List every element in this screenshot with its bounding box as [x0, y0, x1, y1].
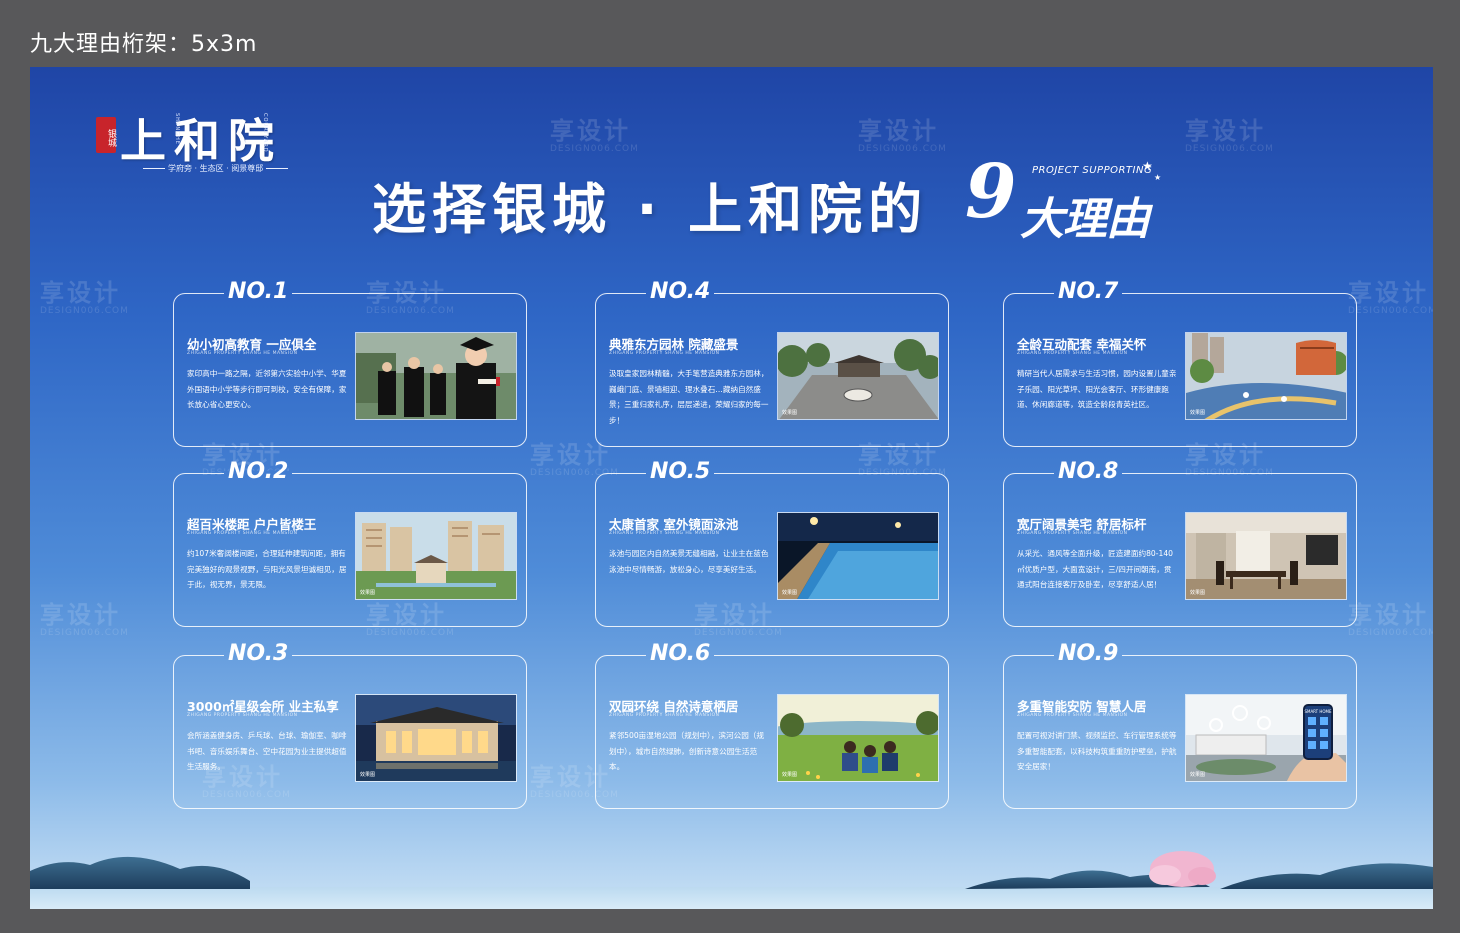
reason-english: ZHIGANG PROPERTY SHANG HE MANSION	[187, 531, 298, 536]
reason-card: NO.5 太康首家 室外镜面泳池 ZHIGANG PROPERTY SHANG …	[595, 459, 949, 627]
photo-caption: 效果图	[1190, 410, 1206, 416]
photo-caption: 效果图	[782, 772, 798, 778]
reason-number: NO.7	[1058, 279, 1119, 304]
watermark: 享设计DESIGN006.COM	[1185, 117, 1274, 154]
reason-english: ZHIGANG PROPERTY SHANG HE MANSION	[609, 351, 720, 356]
reason-number: NO.8	[1058, 459, 1119, 484]
photo-caption: 效果图	[360, 772, 376, 778]
reason-english: ZHIGANG PROPERTY SHANG HE MANSION	[187, 713, 298, 718]
reason-photo: 效果图	[777, 694, 939, 782]
reason-photo: SMART HOME 效果图	[1185, 694, 1347, 782]
reason-english: ZHIGANG PROPERTY SHANG HE MANSION	[609, 713, 720, 718]
watermark: 享设计DESIGN006.COM	[40, 601, 129, 638]
photo-caption: 效果图	[782, 590, 798, 596]
logo-vertical-left: SHANGHE	[174, 113, 180, 145]
reason-body: 会所涵盖健身房、乒乓球、台球、瑜伽室、咖啡书吧、音乐娱乐舞台、空中花园为业主提供…	[187, 731, 347, 771]
headline-number: 9	[965, 149, 1017, 235]
reason-body: 精研当代人居需求与生活习惯，园内设置儿童亲子乐园、阳光草坪、阳光会客厅、环形健康…	[1017, 369, 1177, 409]
reason-card: NO.3 3000㎡星级会所 业主私享 ZHIGANG PROPERTY SHA…	[173, 641, 527, 809]
star-icon: ★	[1142, 159, 1153, 173]
watermark: 享设计DESIGN006.COM	[550, 117, 639, 154]
reason-number: NO.2	[228, 459, 289, 484]
reason-body: 紧邻500亩湿地公园（规划中），滨河公园（规划中），城市自然绿肺，创新诗意公园生…	[609, 731, 764, 771]
reason-card: NO.6 双园环绕 自然诗意栖居 ZHIGANG PROPERTY SHANG …	[595, 641, 949, 809]
brand-logo: 银城 上和院 SHANGHE COURTYARD 学府旁 · 生态区 · 阅景尊…	[94, 105, 314, 175]
reason-body: 配置可视对讲门禁、视频监控、车行管理系统等多重智能配套，以科技构筑重重防护壁垒，…	[1017, 731, 1177, 771]
photo-caption: 效果图	[1190, 772, 1206, 778]
reason-body: 泳池与园区内自然美景无缝相融，让业主在蓝色泳池中尽情畅游，放松身心，尽享美好生活…	[609, 549, 769, 574]
reason-body: 汲取皇家园林精髓，大手笔营造典雅东方园林，巍峨门庭、景墙相迎、理水叠石…藏纳自然…	[609, 369, 769, 425]
watermark: 享设计DESIGN006.COM	[858, 117, 947, 154]
watermark: 享设计DESIGN006.COM	[40, 279, 129, 316]
photo-caption: 效果图	[782, 410, 798, 416]
reason-number: NO.9	[1058, 641, 1119, 666]
reason-card: NO.2 超百米楼距 户户皆楼王 ZHIGANG PROPERTY SHANG …	[173, 459, 527, 627]
watermark: 享设计DESIGN006.COM	[1348, 601, 1433, 638]
reason-number: NO.1	[228, 279, 289, 304]
logo-vertical-right: COURTYARD	[262, 113, 268, 153]
reason-photo: 效果图	[355, 512, 517, 600]
reason-card: NO.4 典雅东方园林 院藏盛景 ZHIGANG PROPERTY SHANG …	[595, 279, 949, 447]
reason-english: ZHIGANG PROPERTY SHANG HE MANSION	[187, 351, 298, 356]
reason-english: ZHIGANG PROPERTY SHANG HE MANSION	[1017, 351, 1128, 356]
reason-number: NO.5	[650, 459, 711, 484]
photo-caption: 效果图	[360, 590, 376, 596]
reason-photo: 效果图	[1185, 332, 1347, 420]
spec-label: 九大理由桁架：5x3m	[30, 32, 258, 57]
reason-photo: 效果图	[355, 694, 517, 782]
watermark: 享设计DESIGN006.COM	[1348, 279, 1433, 316]
headline-sub: 大理由	[1020, 194, 1150, 245]
logo-seal: 银城	[96, 117, 116, 153]
banner-board: 享设计 DESIGN006.COM 享设计 DESIGN006.COM 享设计 DESIG…	[30, 67, 1433, 909]
reason-number: NO.6	[650, 641, 711, 666]
reason-number: NO.3	[228, 641, 289, 666]
photo-caption: 效果图	[1190, 590, 1206, 596]
reason-photo: 效果图	[1185, 512, 1347, 600]
star-icon: ★	[1154, 173, 1162, 182]
reason-number: NO.4	[650, 279, 711, 304]
reason-card: NO.1 幼小初高教育 一应俱全 ZHIGANG PROPERTY SHANG …	[173, 279, 527, 447]
reason-photo: 效果图	[777, 512, 939, 600]
reason-card: NO.9 多重智能安防 智慧人居 ZHIGANG PROPERTY SHANG …	[1003, 641, 1357, 809]
reason-english: ZHIGANG PROPERTY SHANG HE MANSION	[1017, 713, 1128, 718]
reason-body: 家印高中一路之隔，近邻第六实验中小学、华夏外国语中小学等步行即可到校，安全有保障…	[187, 369, 347, 409]
reason-photo: 效果图	[777, 332, 939, 420]
reason-photo	[355, 332, 517, 420]
reason-english: ZHIGANG PROPERTY SHANG HE MANSION	[609, 531, 720, 536]
reason-body: 约107米奢阔楼间距，合理延伸建筑间距，拥有完美独好的观景视野，与阳光风景坦诚相…	[187, 549, 347, 589]
reason-card: NO.8 宽厅阔景美宅 舒居标杆 ZHIGANG PROPERTY SHANG …	[1003, 459, 1357, 627]
logo-tagline: 学府旁 · 生态区 · 阅景尊邸	[140, 163, 291, 174]
reason-card: NO.7 全龄互动配套 幸福关怀 ZHIGANG PROPERTY SHANG …	[1003, 279, 1357, 447]
headline-english: PROJECT SUPPORTING	[1032, 165, 1153, 176]
phone-screen-label: SMART HOME	[1304, 709, 1332, 714]
logo-name: 上和院	[120, 114, 282, 168]
reason-english: ZHIGANG PROPERTY SHANG HE MANSION	[1017, 531, 1128, 536]
reason-body: 从采光、通风等全面升级，匠造建面约80-140㎡优质户型，大面宽设计，三/四开间…	[1017, 549, 1173, 589]
headline-main: 选择银城 · 上和院的	[372, 178, 929, 241]
landscape-hills	[30, 851, 1433, 909]
